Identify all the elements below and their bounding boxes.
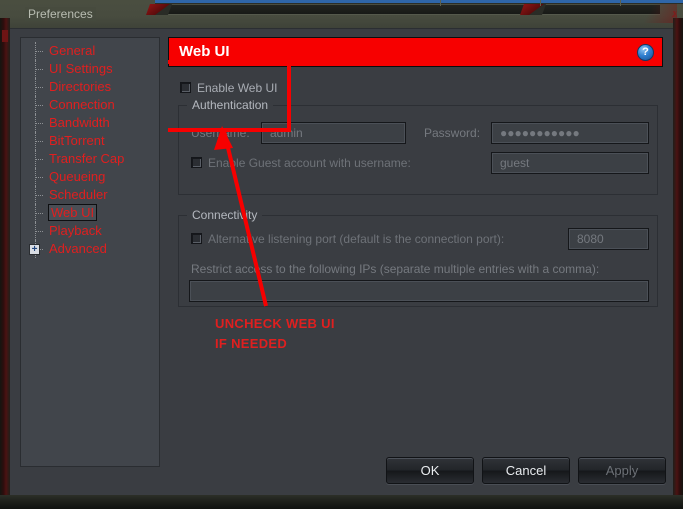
checkbox-box-icon xyxy=(191,233,202,244)
sidebar-item-bittorrent[interactable]: BitTorrent xyxy=(21,132,159,150)
title-bar[interactable]: » Preferences xyxy=(0,0,683,29)
alternative-port-checkbox[interactable]: Alternative listening port (default is t… xyxy=(191,232,504,246)
authentication-group: Authentication Username: admin Password:… xyxy=(178,98,658,195)
sidebar-item-general[interactable]: General xyxy=(21,42,159,60)
sidebar-item-label: UI Settings xyxy=(49,61,113,76)
sidebar-item-label: Bandwidth xyxy=(49,115,110,130)
sidebar-item-ui-settings[interactable]: UI Settings xyxy=(21,60,159,78)
page-title: Web UI xyxy=(179,43,230,60)
sidebar-item-label: Transfer Cap xyxy=(49,151,125,166)
sidebar-item-playback[interactable]: Playback xyxy=(21,222,159,240)
authentication-group-title: Authentication xyxy=(187,98,274,112)
guest-username-input[interactable]: guest xyxy=(491,152,649,174)
titlebar-tick xyxy=(440,0,441,6)
tree-guide-dash xyxy=(35,69,43,71)
sidebar-item-label: Scheduler xyxy=(49,187,108,202)
sidebar-item-label: Directories xyxy=(49,79,112,94)
username-input[interactable]: admin xyxy=(261,122,406,144)
password-input[interactable]: ●●●●●●●●●●● xyxy=(491,122,649,144)
sidebar-item-label: Connection xyxy=(49,97,115,112)
sidebar-item-directories[interactable]: Directories xyxy=(21,78,159,96)
annotation-line-2: IF NEEDED xyxy=(215,336,288,351)
sidebar-item-label: Advanced xyxy=(49,241,107,256)
settings-pane: Web UI ? Enable Web UI Authentication Us… xyxy=(168,37,663,467)
category-tree[interactable]: General UI Settings Directories Connection B… xyxy=(20,37,160,467)
restrict-ips-input[interactable] xyxy=(189,280,649,302)
window-frame-bottom xyxy=(0,495,683,509)
help-icon[interactable]: ? xyxy=(637,44,654,61)
window-frame-nub xyxy=(2,30,8,42)
tree-guide-dash xyxy=(35,159,43,161)
tree-guide-dash xyxy=(35,195,43,197)
sidebar-item-queueing[interactable]: Queueing xyxy=(21,168,159,186)
tree-guide-dash xyxy=(35,87,43,89)
sidebar-item-scheduler[interactable]: Scheduler xyxy=(21,186,159,204)
titlebar-notch-left-icon xyxy=(145,4,173,15)
preferences-window: » Preferences General UI Settings Director… xyxy=(0,0,683,509)
sidebar-item-web-ui[interactable]: Web UI xyxy=(21,204,159,222)
checkbox-box-icon xyxy=(180,82,191,93)
connectivity-group: Connectivity Alternative listening port … xyxy=(178,208,658,307)
page-header: Web UI ? xyxy=(168,37,663,67)
enable-guest-label: Enable Guest account with username: xyxy=(208,156,411,170)
sidebar-item-bandwidth[interactable]: Bandwidth xyxy=(21,114,159,132)
connectivity-group-title: Connectivity xyxy=(187,208,263,222)
window-frame-left xyxy=(0,18,10,496)
alternative-port-input[interactable]: 8080 xyxy=(568,228,649,250)
cancel-button[interactable]: Cancel xyxy=(482,457,570,484)
titlebar-notch-right-icon xyxy=(519,4,547,15)
sidebar-item-label: Web UI xyxy=(47,204,98,221)
enable-webui-label: Enable Web UI xyxy=(197,81,278,95)
enable-webui-checkbox[interactable]: Enable Web UI xyxy=(180,81,278,95)
titlebar-accent-strip xyxy=(155,0,683,4)
alternative-port-label: Alternative listening port (default is t… xyxy=(208,232,505,246)
titlebar-tick xyxy=(540,0,541,6)
tree-guide-dash xyxy=(35,213,43,215)
expand-plus-icon[interactable]: + xyxy=(29,244,40,255)
sidebar-item-label: BitTorrent xyxy=(49,133,105,148)
tree-guide-dash xyxy=(35,177,43,179)
checkbox-box-icon xyxy=(191,157,202,168)
titlebar-center-bar xyxy=(160,5,660,15)
window-frame-right xyxy=(673,18,683,496)
annotation-line-1: UNCHECK WEB UI xyxy=(215,316,335,331)
tree-guide-dash xyxy=(35,231,43,233)
apply-button: Apply xyxy=(578,457,666,484)
tree-guide-dash xyxy=(35,105,43,107)
username-label: Username: xyxy=(191,126,250,140)
titlebar-tick xyxy=(620,0,621,6)
enable-guest-checkbox[interactable]: Enable Guest account with username: xyxy=(191,156,411,170)
sidebar-item-label: General xyxy=(49,43,96,58)
sidebar-item-advanced[interactable]: + Advanced xyxy=(21,240,159,258)
sidebar-item-label: Queueing xyxy=(49,169,106,184)
tree-guide-dash xyxy=(35,123,43,125)
app-logo-icon: » xyxy=(631,4,677,23)
restrict-ips-label: Restrict access to the following IPs (se… xyxy=(191,262,600,276)
tree-guide-dash xyxy=(35,141,43,143)
sidebar-item-transfer-cap[interactable]: Transfer Cap xyxy=(21,150,159,168)
sidebar-item-label: Playback xyxy=(49,223,102,238)
window-title: Preferences xyxy=(25,7,96,21)
password-label: Password: xyxy=(424,126,481,140)
ok-button[interactable]: OK xyxy=(386,457,474,484)
preferences-dialog-body: General UI Settings Directories Connection B… xyxy=(10,28,673,495)
sidebar-item-connection[interactable]: Connection xyxy=(21,96,159,114)
tree-guide-dash xyxy=(35,51,43,53)
dialog-button-bar: OK Cancel Apply xyxy=(10,457,673,487)
